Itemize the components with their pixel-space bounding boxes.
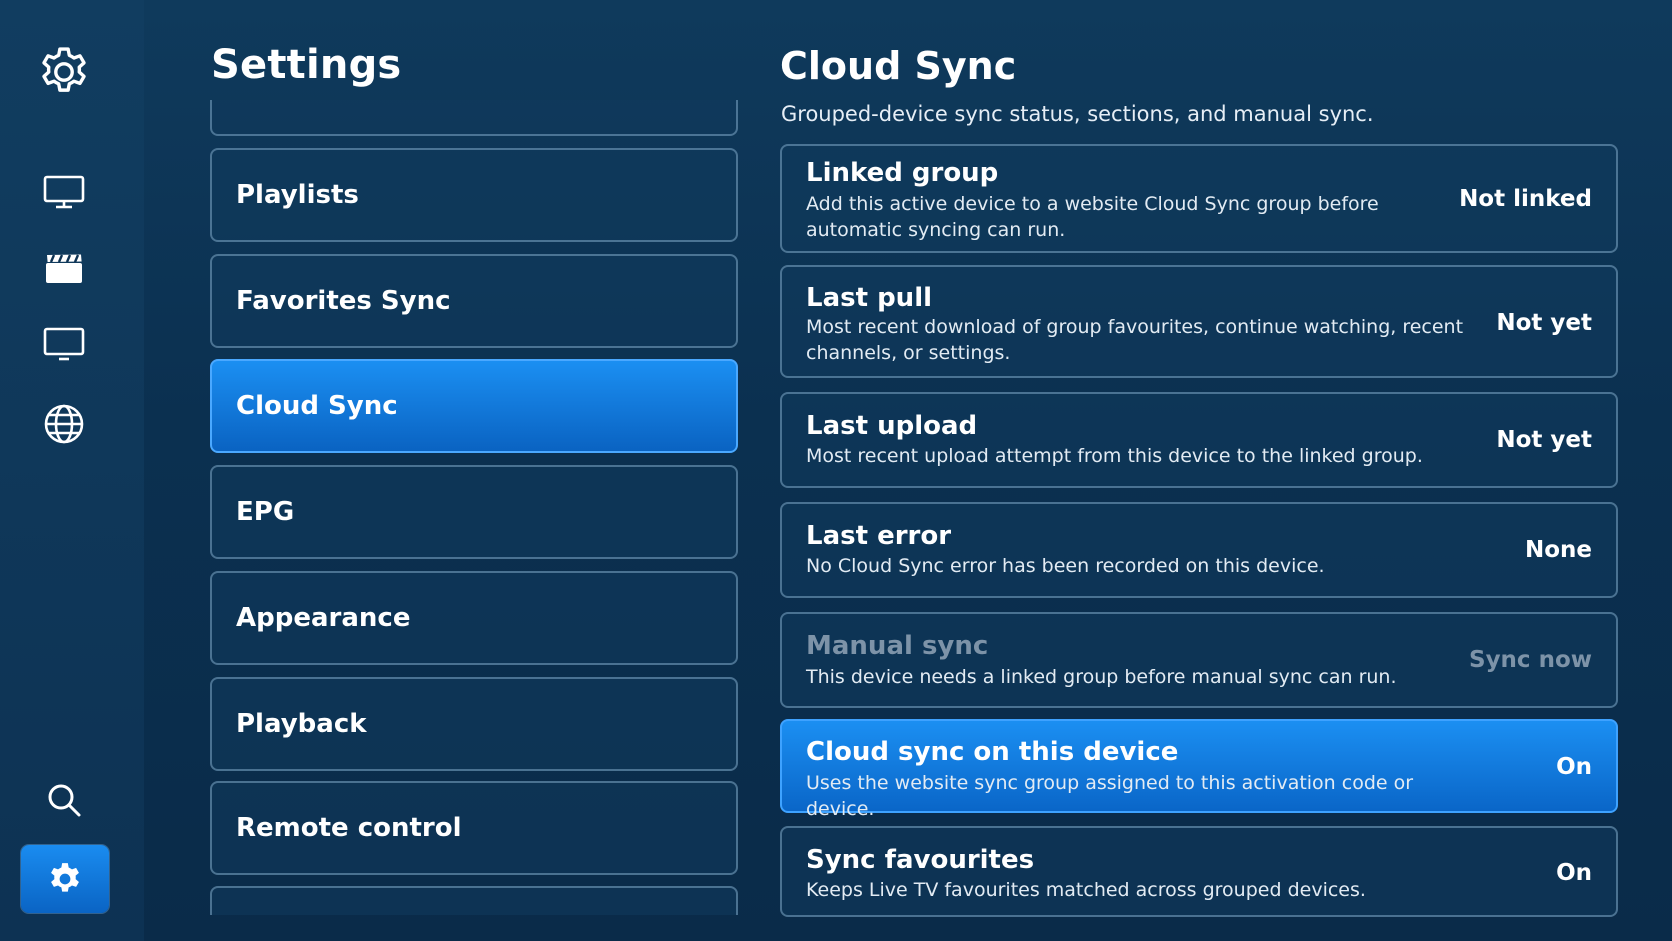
row-last-pull[interactable]: Last pull Most recent download of group … <box>780 265 1618 378</box>
row-title: Last pull <box>806 283 933 313</box>
row-manual-sync[interactable]: Manual sync This device needs a linked g… <box>780 612 1618 708</box>
row-title: Sync favourites <box>806 845 1035 875</box>
settings-list: Playlists Favorites Sync Cloud Sync EPG … <box>210 100 738 915</box>
row-description: Add this active device to a website Clou… <box>806 193 1379 241</box>
nav-rail <box>0 0 144 941</box>
settings-item-partial-top[interactable] <box>210 100 738 136</box>
row-title: Last error <box>806 521 952 551</box>
row-value: None <box>1524 537 1592 563</box>
search-icon[interactable] <box>28 768 100 832</box>
row-value: Not yet <box>1496 427 1592 453</box>
settings-item-appearance[interactable]: Appearance <box>210 571 738 665</box>
sync-now-button[interactable]: Sync now <box>1469 647 1592 673</box>
row-title: Last upload <box>806 411 978 441</box>
settings-item-favorites-sync[interactable]: Favorites Sync <box>210 254 738 348</box>
settings-item-cloud-sync[interactable]: Cloud Sync <box>210 359 738 453</box>
row-description: Keeps Live TV favourites matched across … <box>806 879 1366 901</box>
settings-item-remote-control[interactable]: Remote control <box>210 781 738 875</box>
row-cloud-sync-toggle[interactable]: Cloud sync on this device Uses the websi… <box>780 719 1618 820</box>
row-title: Linked group <box>806 158 999 188</box>
monitor-icon[interactable] <box>28 160 100 224</box>
globe-icon[interactable] <box>28 392 100 456</box>
app-window: Settings Playlists Favorites Sync Cloud … <box>0 0 1672 941</box>
row-description: Most recent download of group favourites… <box>806 316 1464 364</box>
settings-item-playback[interactable]: Playback <box>210 677 738 771</box>
settings-icon[interactable] <box>21 845 109 913</box>
detail-title: Cloud Sync <box>780 44 1017 88</box>
settings-title: Settings <box>211 42 402 88</box>
row-description: This device needs a linked group before … <box>806 666 1397 688</box>
row-sync-favourites[interactable]: Sync favourites Keeps Live TV favourites… <box>780 826 1618 917</box>
settings-item-playlists[interactable]: Playlists <box>210 148 738 242</box>
gear-outline-icon[interactable] <box>28 40 100 104</box>
row-value: Not yet <box>1496 310 1592 336</box>
toggle-value[interactable]: On <box>1556 754 1592 780</box>
detail-subtitle: Grouped-device sync status, sections, an… <box>781 102 1374 126</box>
row-title: Manual sync <box>806 631 989 661</box>
row-description: Uses the website sync group assigned to … <box>806 772 1414 820</box>
settings-item-partial-bottom[interactable] <box>210 886 738 915</box>
clapperboard-icon[interactable] <box>28 236 100 300</box>
toggle-value[interactable]: On <box>1556 860 1592 886</box>
row-linked-group[interactable]: Linked group Add this active device to a… <box>780 144 1618 253</box>
row-description: Most recent upload attempt from this dev… <box>806 445 1423 467</box>
row-description: No Cloud Sync error has been recorded on… <box>806 555 1325 577</box>
row-value: Not linked <box>1459 186 1592 212</box>
row-last-upload[interactable]: Last upload Most recent upload attempt f… <box>780 392 1618 488</box>
row-last-error[interactable]: Last error No Cloud Sync error has been … <box>780 502 1618 598</box>
settings-item-epg[interactable]: EPG <box>210 465 738 559</box>
tv-icon[interactable] <box>28 312 100 376</box>
row-title: Cloud sync on this device <box>806 737 1179 767</box>
